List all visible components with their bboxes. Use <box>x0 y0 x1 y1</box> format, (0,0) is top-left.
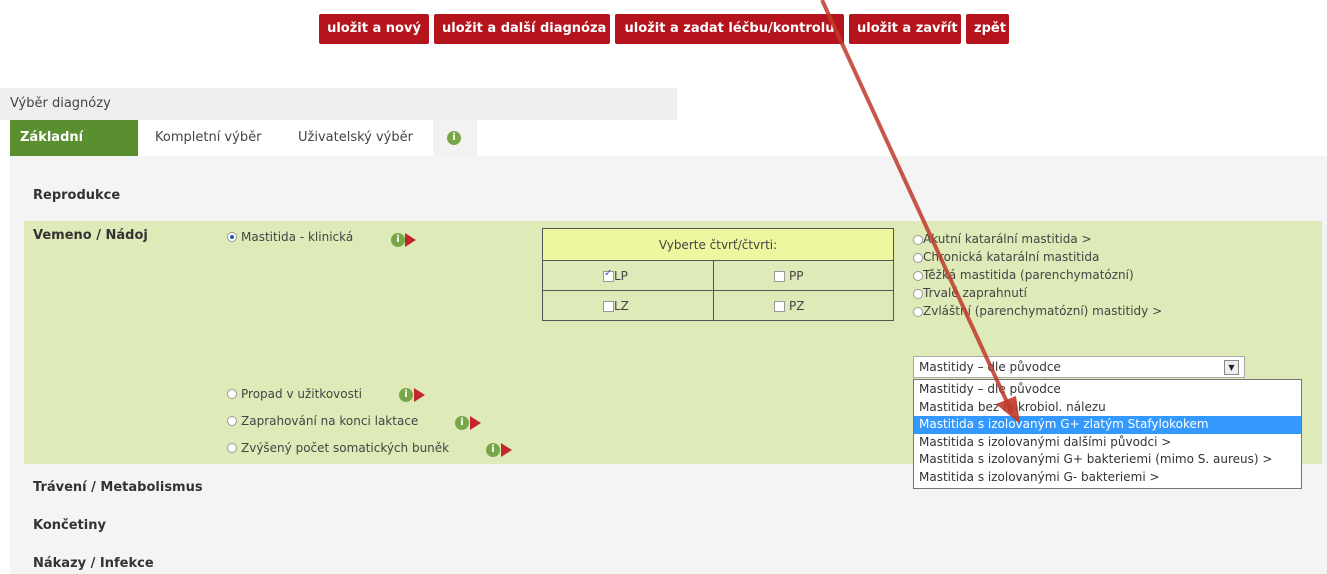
mastitis-type-item[interactable]: Trvalé zaprahnutí <box>913 284 1162 302</box>
dropdown-option[interactable]: Mastitida s izolovanými G+ bakteriemi (m… <box>914 451 1301 469</box>
option-scc-high[interactable]: Zvýšený počet somatických buněk <box>227 440 449 455</box>
info-icon: i <box>447 131 461 145</box>
save-treatment-button[interactable]: uložit a zadat léčbu/kontrolu <box>615 14 844 44</box>
drying-off-label: Zaprahování na konci laktace <box>241 413 419 428</box>
play-arrow-icon[interactable] <box>414 388 425 402</box>
category-reproduction[interactable]: Reprodukce <box>33 188 120 203</box>
tab-basic[interactable]: Základní výběr <box>10 120 138 181</box>
mastitis-type-label: Akutní katarální mastitida > <box>923 232 1092 246</box>
category-digestion[interactable]: Trávení / Metabolismus <box>33 480 203 495</box>
checkbox-pz[interactable] <box>774 300 786 312</box>
save-new-button[interactable]: uložit a nový <box>319 14 429 44</box>
scc-high-radio[interactable] <box>227 442 237 453</box>
category-udder[interactable]: Vemeno / Nádoj <box>33 228 148 243</box>
mastitis-type-radio[interactable] <box>913 234 923 245</box>
mastitis-type-item[interactable]: Těžká mastitida (parenchymatózní) <box>913 266 1162 284</box>
back-button[interactable]: zpět <box>966 14 1009 44</box>
cause-select[interactable]: Mastitidy – dle původce ▼ <box>913 356 1245 378</box>
mastitis-type-radio[interactable] <box>913 252 923 263</box>
mastitis-type-radio[interactable] <box>913 306 923 317</box>
mastitis-clinical-label: Mastitida - klinická <box>241 229 354 244</box>
mastitis-type-label: Chronická katarální mastitida <box>923 250 1100 264</box>
mastitis-type-radio[interactable] <box>913 288 923 299</box>
info-icon[interactable]: i <box>391 233 405 247</box>
label-pp: PP <box>789 268 804 283</box>
label-lz: LZ <box>614 298 629 313</box>
tab-info[interactable]: i <box>433 120 477 156</box>
mastitis-type-list: Akutní katarální mastitida > Chronická k… <box>913 230 1162 320</box>
option-drying-off[interactable]: Zaprahování na konci laktace <box>227 413 418 428</box>
checkbox-lp[interactable] <box>603 268 614 282</box>
save-next-diagnosis-button[interactable]: uložit a další diagnóza <box>434 14 610 44</box>
production-drop-radio[interactable] <box>227 388 237 399</box>
category-limbs[interactable]: Končetiny <box>33 518 106 533</box>
mastitis-type-radio[interactable] <box>913 270 923 281</box>
tab-user[interactable]: Uživatelský výběr <box>298 120 413 156</box>
dropdown-option[interactable]: Mastitida bez mikrobiol. nálezu <box>914 399 1301 417</box>
dropdown-option-selected[interactable]: Mastitida s izolovaným G+ zlatým Stafylo… <box>914 416 1301 434</box>
dropdown-option[interactable]: Mastitida s izolovanými dalšími původci … <box>914 434 1301 452</box>
quarter-lp[interactable]: LP <box>541 260 715 291</box>
play-arrow-icon[interactable] <box>405 233 416 247</box>
quarter-lz[interactable]: LZ <box>541 290 715 321</box>
checkbox-lz[interactable] <box>603 300 614 312</box>
quarter-pp[interactable]: PP <box>713 260 894 291</box>
cause-select-value: Mastitidy – dle původce <box>919 360 1061 374</box>
play-arrow-icon[interactable] <box>470 416 481 430</box>
scc-high-label: Zvýšený počet somatických buněk <box>241 440 450 455</box>
chevron-down-icon[interactable]: ▼ <box>1224 360 1239 375</box>
mastitis-type-label: Těžká mastitida (parenchymatózní) <box>923 268 1134 282</box>
mastitis-type-item[interactable]: Akutní katarální mastitida > <box>913 230 1162 248</box>
info-icon[interactable]: i <box>455 416 469 430</box>
checkbox-pp[interactable] <box>774 270 786 282</box>
label-pz: PZ <box>789 298 805 313</box>
info-icon[interactable]: i <box>399 388 413 402</box>
save-close-button[interactable]: uložit a zavřít <box>849 14 961 44</box>
option-mastitis-clinical[interactable]: Mastitida - klinická <box>227 229 353 244</box>
tab-complete[interactable]: Kompletní výběr <box>155 120 261 156</box>
mastitis-type-label: Zvláštní (parenchymatózní) mastitidy > <box>923 304 1163 318</box>
drying-off-radio[interactable] <box>227 415 237 426</box>
play-arrow-icon[interactable] <box>501 443 512 457</box>
category-infections[interactable]: Nákazy / Infekce <box>33 556 154 571</box>
section-title: Výběr diagnózy <box>0 88 677 120</box>
cause-dropdown-list: Mastitidy – dle původce Mastitida bez mi… <box>913 379 1302 489</box>
production-drop-label: Propad v užitkovosti <box>241 386 362 401</box>
mastitis-type-item[interactable]: Chronická katarální mastitida <box>913 248 1162 266</box>
quarter-table: Vyberte čtvrť/čtvrti: LP PP LZ PZ <box>541 228 894 321</box>
mastitis-clinical-radio[interactable] <box>227 231 237 242</box>
label-lp: LP <box>614 268 628 283</box>
quarter-pz[interactable]: PZ <box>713 290 894 321</box>
dropdown-option[interactable]: Mastitida s izolovanými G- bakteriemi > <box>914 469 1301 487</box>
mastitis-type-item[interactable]: Zvláštní (parenchymatózní) mastitidy > <box>913 302 1162 320</box>
dropdown-option[interactable]: Mastitidy – dle původce <box>914 381 1301 399</box>
option-production-drop[interactable]: Propad v užitkovosti <box>227 386 362 401</box>
quarter-table-header: Vyberte čtvrť/čtvrti: <box>542 228 894 261</box>
info-icon[interactable]: i <box>486 443 500 457</box>
mastitis-type-label: Trvalé zaprahnutí <box>923 286 1027 300</box>
